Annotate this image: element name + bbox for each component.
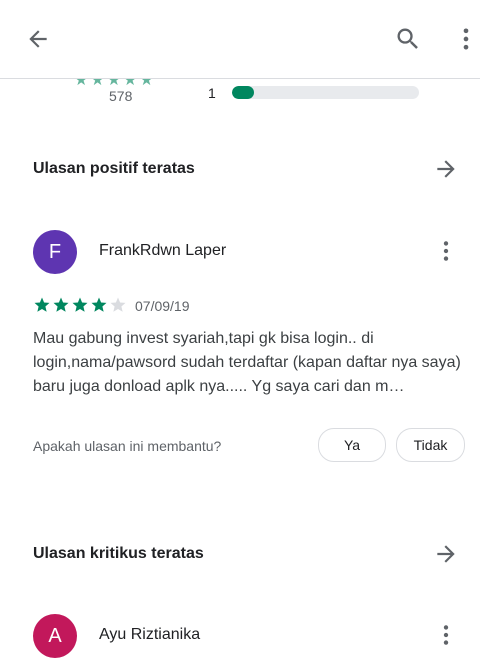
review-star-rating: [33, 296, 127, 314]
arrow-forward-icon: [437, 545, 455, 563]
total-review-count: 578: [109, 88, 133, 104]
more-options-button[interactable]: [452, 21, 480, 57]
arrow-back-icon: [29, 30, 47, 48]
see-all-critical-button[interactable]: [428, 536, 464, 572]
more-vert-icon: [443, 241, 449, 261]
see-all-positive-button[interactable]: [428, 151, 464, 187]
rating-bar: [232, 86, 419, 99]
review-more-button[interactable]: [432, 233, 460, 269]
star-empty-icon: [110, 297, 126, 312]
reviewer-name: FrankRdwn Laper: [99, 242, 227, 259]
back-button[interactable]: [20, 21, 56, 57]
more-vert-icon: [463, 28, 469, 50]
search-button[interactable]: [390, 21, 426, 57]
search-icon: [397, 28, 418, 49]
rating-bar-label: 1: [208, 85, 216, 101]
helpful-yes-button[interactable]: Ya: [318, 428, 386, 462]
reviewer-name: Ayu Riztianika: [99, 626, 201, 643]
rating-summary-peek: ★★★★★ 578 1: [0, 78, 480, 118]
review-more-button[interactable]: [432, 617, 460, 653]
arrow-forward-icon: [437, 160, 455, 178]
helpful-prompt: Apakah ulasan ini membantu?: [33, 438, 222, 454]
section-title-critical: Ulasan kritikus teratas: [33, 545, 204, 562]
avatar[interactable]: A: [33, 614, 77, 658]
avatar[interactable]: F: [33, 230, 77, 274]
section-title-positive: Ulasan positif teratas: [33, 160, 195, 177]
star-filled-icon: [53, 297, 69, 312]
app-bar: [0, 0, 480, 79]
rating-bar-fill: [232, 86, 255, 99]
star-filled-icon: [91, 297, 107, 312]
helpful-no-button[interactable]: Tidak: [396, 428, 465, 462]
more-vert-icon: [443, 625, 449, 645]
review-text[interactable]: Mau gabung invest syariah,tapi gk bisa l…: [33, 327, 463, 399]
review-date: 07/09/19: [135, 298, 190, 314]
star-filled-icon: [72, 297, 88, 312]
star-filled-icon: [34, 297, 50, 312]
